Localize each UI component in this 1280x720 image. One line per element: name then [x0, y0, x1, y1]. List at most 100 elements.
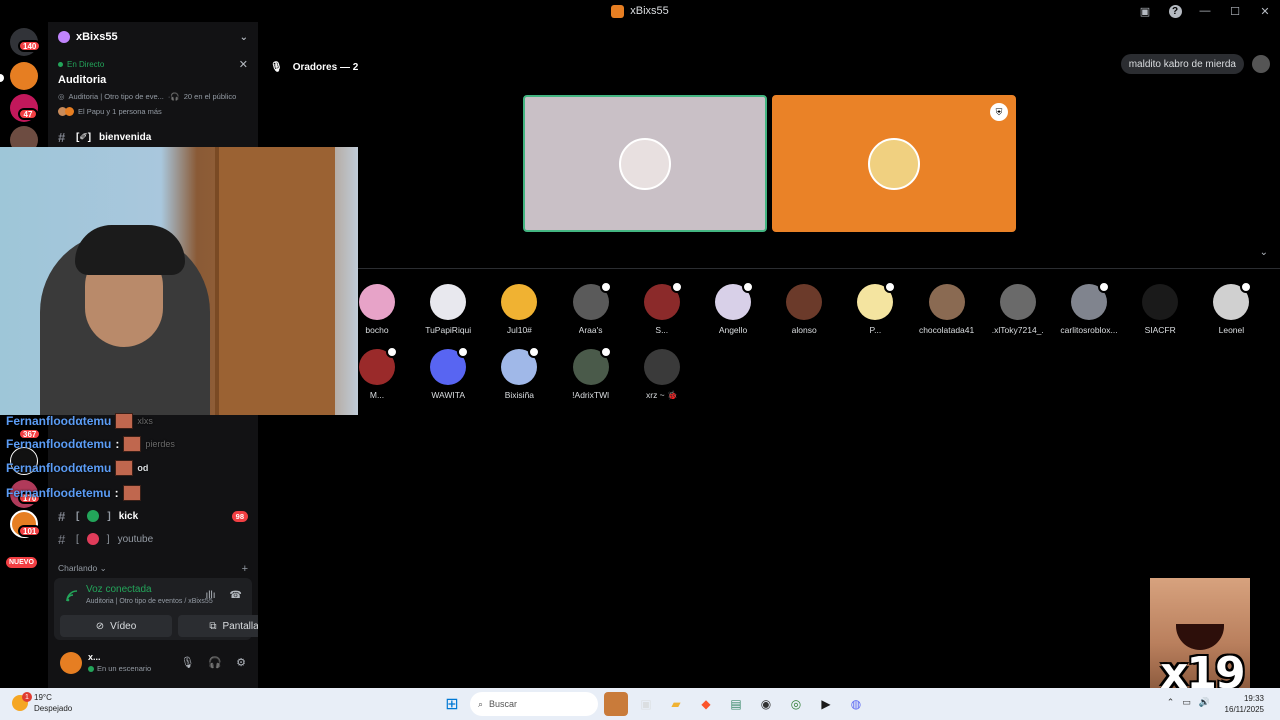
audience-name: Angello	[718, 325, 748, 335]
avatar	[501, 284, 538, 320]
close-icon[interactable]: ✕	[239, 58, 248, 71]
signal-icon[interactable]	[66, 590, 78, 602]
overlay-chat-line: Fernanfloodαtemu : pierdes	[6, 436, 175, 452]
window-title: xBixs55	[630, 5, 669, 17]
audience-member[interactable]: carlitosroblox...	[1059, 281, 1119, 335]
moderator-icon	[670, 281, 683, 293]
unread-count: 98	[231, 510, 248, 522]
minimize-button[interactable]: —	[1190, 0, 1220, 22]
audience-member[interactable]: Araa's	[561, 281, 621, 335]
overlay-chat-line: Fernanfloodαtemu od	[6, 460, 148, 476]
speaker-tile[interactable]	[523, 95, 767, 232]
clock-date: 16/11/2025	[1224, 705, 1264, 714]
headphones-icon[interactable]: 🎧	[208, 656, 222, 669]
weather-badge: 1	[22, 692, 32, 702]
xbox-icon[interactable]: ◎	[784, 692, 808, 716]
audience-member[interactable]: SIACFR	[1130, 284, 1190, 335]
rail-badge: 140	[18, 40, 42, 52]
live-title: Auditoria	[58, 74, 107, 86]
channel-kick[interactable]: # [ ] kick 98	[58, 506, 248, 526]
chevron-down-icon[interactable]: ⌄	[1260, 247, 1268, 258]
audience-member[interactable]: Leonel	[1201, 281, 1261, 335]
moderator-icon	[1098, 281, 1110, 293]
audience-member[interactable]: Jul10#	[489, 284, 549, 335]
audience-member[interactable]: Bixisiña	[489, 346, 549, 400]
close-window-button[interactable]: ✕	[1250, 0, 1280, 22]
windows-start-icon[interactable]: ⊞	[440, 692, 464, 716]
widget-icon[interactable]	[604, 692, 628, 716]
clock[interactable]: 19:33 16/11/2025	[1225, 693, 1264, 715]
search-box[interactable]: ⌕ Buscar	[470, 692, 598, 716]
inbox-icon[interactable]: ▣	[1130, 0, 1160, 22]
audience-member[interactable]: !AdrixTWl	[561, 346, 621, 400]
video-button[interactable]: ⊘ Vídeo	[60, 615, 172, 637]
audience-member[interactable]: .xlToky7214_.	[988, 284, 1048, 335]
avatar	[928, 284, 965, 320]
taskbar: 1 19°C Despejado ⊞ ⌕ Buscar ▣ ▰ ◆ ▤ ◉ ◎ …	[0, 688, 1280, 720]
channel-youtube[interactable]: # [ ] youtube	[58, 529, 248, 549]
avatar	[619, 137, 671, 190]
speaker-tile[interactable]: ⛨	[772, 95, 1016, 232]
obs-icon[interactable]: ◉	[754, 692, 778, 716]
disconnect-icon[interactable]: ☎	[230, 590, 242, 601]
channel-prefix: [✐]	[76, 131, 92, 143]
chat-bubble[interactable]: maldito kabro de mierda	[1120, 54, 1244, 74]
folder-icon[interactable]: ▰	[664, 692, 688, 716]
avatar	[65, 107, 74, 116]
category-charlando[interactable]: Charlando ⌄ +	[58, 563, 248, 575]
brave-icon[interactable]: ◆	[694, 692, 718, 716]
noise-suppression-icon[interactable]: ıllı	[206, 590, 216, 601]
audience-member[interactable]: TuPapiRiqui	[418, 284, 478, 335]
green-circle-icon	[87, 510, 100, 522]
network-icon[interactable]: ▭	[1182, 697, 1191, 708]
task-view-icon[interactable]: ▣	[634, 692, 658, 716]
audience-member[interactable]: P...	[845, 281, 905, 335]
overlay-chat-line: Fernanfloodetemu :	[6, 485, 141, 501]
avatar	[501, 346, 541, 385]
channel-label: kick	[118, 510, 139, 522]
weather-widget[interactable]: 1 19°C Despejado	[12, 692, 72, 714]
moderator-icon	[1240, 281, 1253, 293]
live-dot-icon	[58, 62, 63, 67]
system-tray: ⌃ ▭ 🔊	[1167, 697, 1210, 708]
search-icon: ⌕	[478, 698, 484, 709]
avatar[interactable]	[60, 652, 82, 674]
audience-member[interactable]: S...	[632, 281, 692, 335]
server-header[interactable]: xBixs55 ⌄	[48, 22, 258, 52]
terminal-icon[interactable]: ▶	[814, 692, 838, 716]
emote-mouth	[1176, 624, 1224, 650]
voice-status[interactable]: Voz conectada	[86, 584, 152, 595]
gear-icon[interactable]: ⚙	[236, 656, 246, 669]
discord-icon[interactable]: ◍	[844, 692, 868, 716]
notepad-icon[interactable]: ▤	[724, 692, 748, 716]
microphone-icon[interactable]: 🎙	[180, 656, 194, 669]
avatar	[430, 284, 467, 320]
speakers-header: 🎙 Oradores — 2	[270, 62, 358, 73]
hash-icon: #	[58, 508, 66, 524]
avatar	[999, 284, 1036, 320]
voice-sub: Auditoria | Otro tipo de eventos / xBixs…	[86, 598, 213, 605]
help-icon[interactable]: ?	[1160, 0, 1190, 22]
weather-temp: 19°C	[34, 693, 52, 702]
audience-member[interactable]: chocolatada41	[917, 284, 977, 335]
avatar	[786, 284, 823, 320]
volume-icon[interactable]: 🔊	[1199, 697, 1210, 708]
chevron-up-icon[interactable]: ⌃	[1167, 697, 1175, 708]
status-dot-icon	[88, 665, 94, 672]
audience-member[interactable]: alonso	[774, 284, 834, 335]
live-listeners: 20 en el público	[183, 92, 237, 101]
add-channel-icon[interactable]: +	[242, 563, 248, 575]
audience-member[interactable]: xrz ~ 🐞	[632, 349, 692, 401]
avatar	[1142, 284, 1179, 320]
channel-bienvenida[interactable]: # [✐] bienvenida	[58, 127, 248, 147]
live-event-card[interactable]: En Directo ✕ Auditoria ◎ Auditoria | Otr…	[48, 52, 258, 120]
server-icon[interactable]	[10, 62, 38, 90]
audience-member[interactable]: WAWITA	[418, 346, 478, 400]
audience-member[interactable]: Angello	[703, 281, 763, 335]
server-icon	[611, 4, 625, 18]
maximize-button[interactable]: ☐	[1220, 0, 1250, 22]
moderator-icon	[599, 346, 612, 358]
webcam-background	[215, 147, 335, 415]
moderator-icon	[386, 346, 398, 358]
stage-icon: ◎	[58, 92, 65, 101]
